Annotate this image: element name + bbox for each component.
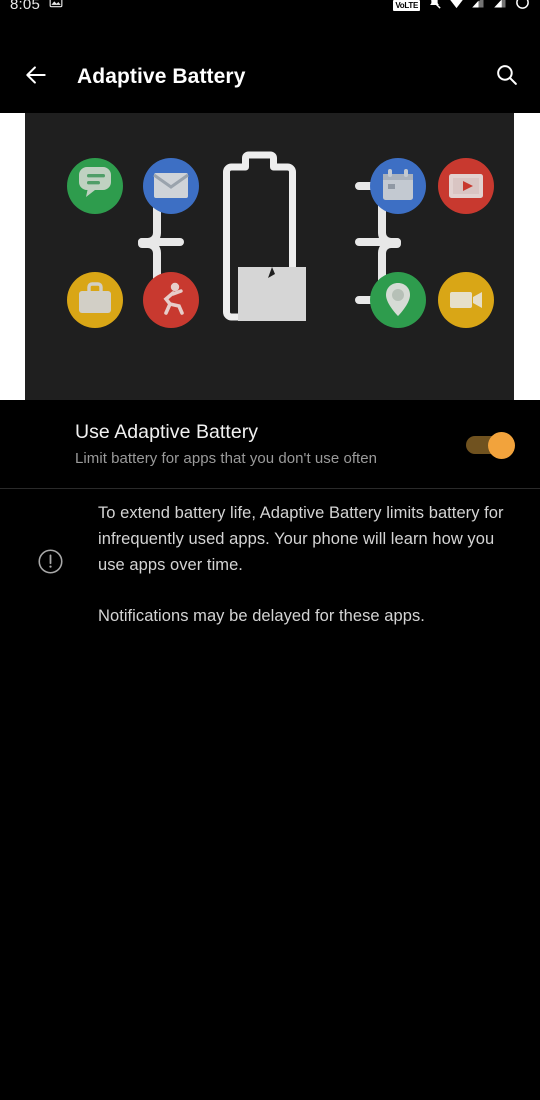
maps-app-icon xyxy=(370,272,426,328)
fitness-app-icon xyxy=(143,272,199,328)
adaptive-battery-screen: 8:05 VoLTE Adaptive Battery Use Adaptive… xyxy=(0,0,540,1100)
description-texts: To extend battery life, Adaptive Battery… xyxy=(76,500,510,629)
volte-icon: VoLTE xyxy=(393,0,420,11)
wifi-icon xyxy=(449,0,464,15)
camera-app-icon xyxy=(438,272,494,328)
back-button[interactable] xyxy=(8,49,64,105)
email-app-icon xyxy=(143,158,199,214)
adaptive-battery-toggle[interactable] xyxy=(466,431,516,459)
page-title: Adaptive Battery xyxy=(77,65,246,88)
info-circle-icon xyxy=(37,548,64,629)
battery-icon xyxy=(515,0,530,15)
setting-title: Use Adaptive Battery xyxy=(75,421,259,443)
status-bar-right: VoLTE xyxy=(393,0,530,15)
toggle-text-group: Use Adaptive Battery Limit battery for a… xyxy=(75,419,466,470)
toggle-thumb xyxy=(488,431,515,459)
status-bar-left: 8:05 xyxy=(10,0,63,14)
use-adaptive-battery-row[interactable]: Use Adaptive Battery Limit battery for a… xyxy=(0,401,540,488)
work-app-icon xyxy=(67,272,123,328)
mute-bell-icon xyxy=(427,0,442,15)
description-paragraph-2: Notifications may be delayed for these a… xyxy=(98,607,425,625)
info-icon-cell xyxy=(24,500,76,629)
description-block: To extend battery life, Adaptive Battery… xyxy=(0,500,540,629)
messages-app-icon xyxy=(67,158,123,214)
battery-graphic xyxy=(223,151,306,321)
description-paragraph-1: To extend battery life, Adaptive Battery… xyxy=(98,504,504,574)
video-app-icon xyxy=(438,158,494,214)
signal-sim1-icon xyxy=(471,0,486,15)
search-icon xyxy=(494,62,519,92)
calendar-app-icon xyxy=(370,158,426,214)
search-button[interactable] xyxy=(478,49,534,105)
status-time: 8:05 xyxy=(10,0,40,13)
signal-sim2-icon xyxy=(493,0,508,15)
adaptive-battery-illustration xyxy=(25,113,514,400)
back-arrow-icon xyxy=(23,62,49,93)
illustration-container xyxy=(0,113,540,400)
image-notification-icon xyxy=(49,0,63,14)
section-divider xyxy=(0,488,540,489)
app-bar: Adaptive Battery xyxy=(0,44,540,110)
setting-subtitle: Limit battery for apps that you don't us… xyxy=(75,450,378,467)
status-bar: 8:05 VoLTE xyxy=(0,0,540,22)
